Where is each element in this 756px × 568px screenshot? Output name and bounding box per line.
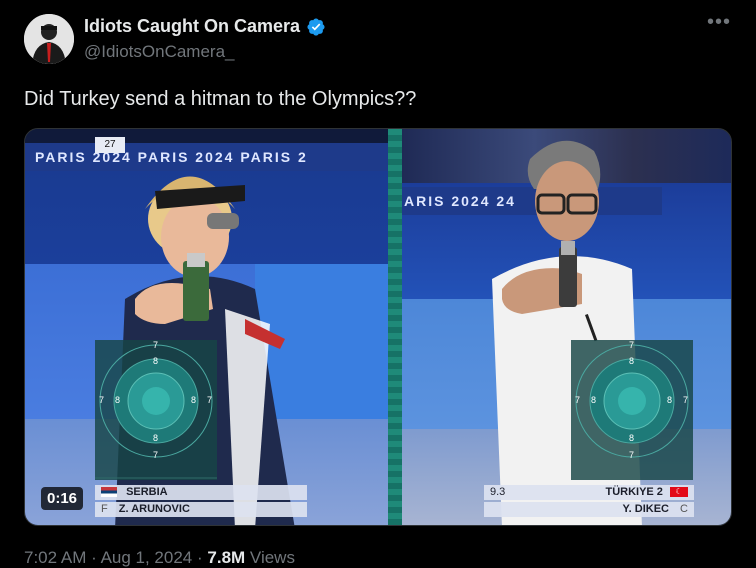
views-label: Views (249, 548, 295, 567)
target-overlay-right: 7 8 7 8 8 7 8 7 (571, 340, 693, 480)
left-athlete-bar: F Z. ARUNOVIC (95, 502, 307, 517)
serbia-flag-icon (101, 487, 117, 498)
left-country-bar: SERBIA (95, 485, 307, 500)
split-divider (388, 129, 402, 525)
ring-label-right8: 8 (667, 395, 673, 405)
ring-label-left8: 8 (115, 395, 121, 405)
ring-label-right8: 8 (191, 395, 197, 405)
tweet-metadata: 7:02 AM · Aug 1, 2024 · 7.8M Views (24, 548, 295, 568)
right-country: TÜRKIYE 2 (605, 486, 663, 498)
ring-label-top8: 8 (153, 356, 159, 366)
ring-label-bottom7: 7 (629, 450, 635, 460)
separator-dot: · (91, 548, 101, 567)
left-country: SERBIA (126, 486, 168, 498)
tweet-media-video[interactable]: PARIS 2024 PARIS 2024 PARIS 2 27 7 8 7 8… (24, 128, 732, 526)
author-name-row: Idiots Caught On Camera (84, 16, 326, 37)
right-athlete-name: Y. DIKEC (622, 503, 669, 515)
author-handle[interactable]: @IdiotsOnCamera_ (84, 42, 235, 62)
left-athlete-prefix: F (101, 503, 108, 515)
ring-label-bottom7: 7 (153, 450, 159, 460)
right-video-panel: ARIS 2024 24 7 8 7 8 8 7 8 7 9.3 TÜRKIYE… (402, 129, 731, 525)
right-score: 9.3 (490, 486, 506, 498)
tweet-time[interactable]: 7:02 AM (24, 548, 86, 567)
left-video-panel: PARIS 2024 PARIS 2024 PARIS 2 27 7 8 7 8… (25, 129, 388, 525)
ring-label-left7: 7 (99, 395, 105, 405)
verified-badge-icon (306, 17, 326, 37)
right-athlete-suffix: C (680, 503, 688, 515)
more-options-icon[interactable]: ••• (704, 12, 734, 38)
separator-dot: · (197, 548, 208, 567)
turkiye-flag-icon: ☾ (670, 487, 688, 498)
ring-label-left7: 7 (575, 395, 581, 405)
ring-label-right7: 7 (683, 395, 689, 405)
tweet-date[interactable]: Aug 1, 2024 (101, 548, 193, 567)
ring-label-top7: 7 (629, 340, 635, 350)
author-display-name[interactable]: Idiots Caught On Camera (84, 16, 300, 37)
ring-label-right7: 7 (207, 395, 213, 405)
ring-label-bottom8: 8 (629, 433, 635, 443)
ring-label-top7: 7 (153, 340, 159, 350)
ring-label-top8: 8 (629, 356, 635, 366)
right-country-bar: 9.3 TÜRKIYE 2 ☾ (484, 485, 694, 500)
tweet-text: Did Turkey send a hitman to the Olympics… (24, 88, 417, 110)
right-athlete-bar: Y. DIKEC C (484, 502, 694, 517)
avatar-image (24, 14, 74, 64)
video-duration: 0:16 (41, 487, 84, 510)
target-overlay-left: 7 8 7 8 8 7 8 7 (95, 340, 217, 480)
avatar[interactable] (24, 14, 74, 64)
left-athlete-name: Z. ARUNOVIC (118, 503, 190, 515)
views-count: 7.8M (207, 548, 246, 567)
ring-label-left8: 8 (591, 395, 597, 405)
ring-label-bottom8: 8 (153, 433, 159, 443)
